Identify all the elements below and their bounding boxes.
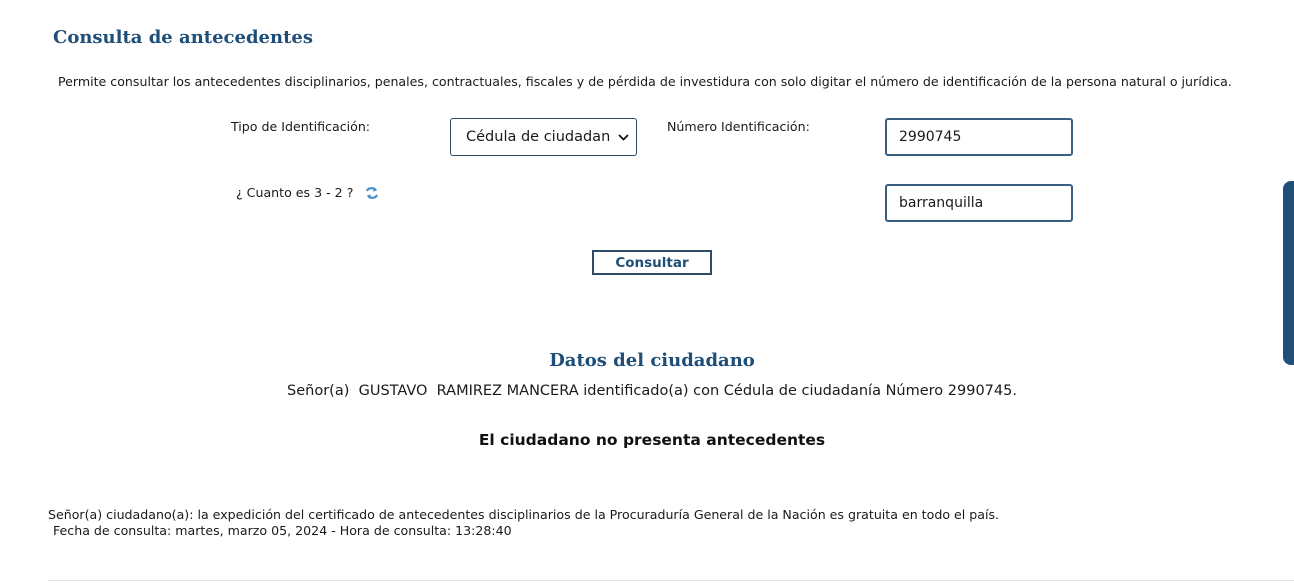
side-panel-tab[interactable] [1283, 181, 1294, 365]
consultar-button[interactable]: Consultar [592, 250, 712, 275]
bottom-divider [48, 580, 1294, 581]
refresh-icon[interactable] [365, 186, 379, 200]
citizen-identification-line: Señor(a) GUSTAVO RAMIREZ MANCERA identif… [287, 383, 1017, 399]
citizen-data-title: Datos del ciudadano [549, 350, 755, 371]
captcha-question: ¿ Cuanto es 3 - 2 ? [236, 185, 354, 200]
id-number-input[interactable] [885, 118, 1073, 156]
captcha-row: ¿ Cuanto es 3 - 2 ? [236, 185, 379, 200]
id-type-selected-value: Cédula de ciudadanía [466, 129, 610, 145]
page-description: Permite consultar los antecedentes disci… [58, 74, 1232, 89]
id-type-select[interactable]: Cédula de ciudadanía [450, 118, 637, 156]
footer-note: Señor(a) ciudadano(a): la expedición del… [48, 507, 1000, 522]
query-date: Fecha de consulta: martes, marzo 05, 202… [53, 523, 512, 538]
chevron-down-icon [610, 133, 636, 141]
captcha-answer-input[interactable] [885, 184, 1073, 222]
consulta-page: Consulta de antecedentes Permite consult… [0, 0, 1294, 583]
id-type-label: Tipo de Identificación: [231, 119, 371, 134]
result-status: El ciudadano no presenta antecedentes [478, 431, 826, 449]
id-number-label: Número Identificación: [667, 119, 810, 134]
page-title: Consulta de antecedentes [53, 27, 313, 48]
